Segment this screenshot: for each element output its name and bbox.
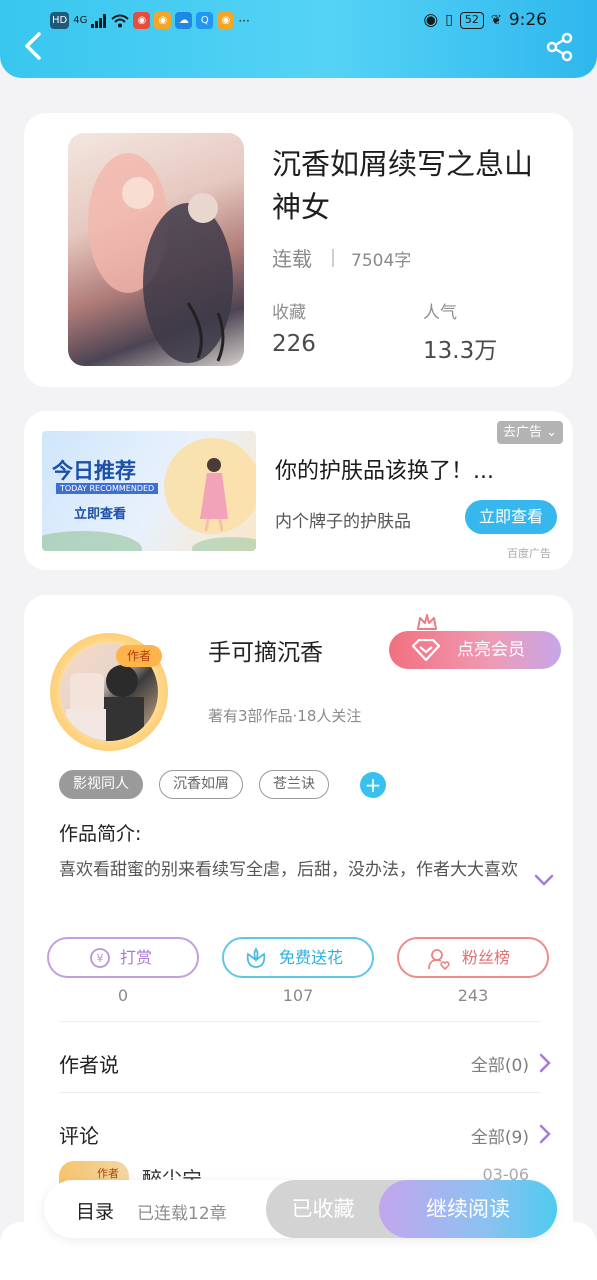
app-notification-icon: ◉ — [133, 12, 151, 29]
collected-label: 已收藏 — [291, 1197, 355, 1221]
diamond-icon — [411, 639, 441, 661]
toc-button[interactable]: 目录 — [76, 1197, 114, 1224]
fan-count: 243 — [457, 986, 489, 1005]
add-tag-button[interactable]: + — [360, 771, 386, 798]
author-says-all-link[interactable]: 全部(0) — [471, 1051, 529, 1076]
chevron-right-icon[interactable] — [539, 1124, 551, 1144]
author-meta: 著有3部作品·18人关注 — [208, 707, 362, 725]
header-bar: HD 4G ◉ ◉ ☁ Q ◉ ··· ◉ ▯ 52 ❦ 9:26 — [0, 0, 597, 78]
svg-text:¥: ¥ — [97, 952, 104, 965]
ad-source-label: 百度广告 — [507, 547, 551, 560]
fan-ranking-button[interactable]: 粉丝榜 — [397, 937, 549, 978]
intro-label: 作品简介: — [59, 823, 142, 845]
ad-illustration — [42, 438, 256, 551]
book-status: 连载 — [272, 247, 312, 271]
reward-label: 打赏 — [119, 948, 152, 967]
search-notification-icon: Q — [196, 12, 214, 29]
yuan-coin-icon: ¥ — [90, 948, 110, 968]
weibo-notification-icon-2: ◉ — [217, 12, 235, 29]
status-divider — [332, 249, 334, 267]
more-notifications-icon: ··· — [238, 13, 250, 28]
author-avatar[interactable]: 作者 — [50, 633, 168, 751]
comments-title: 评论 — [59, 1124, 99, 1148]
reward-count: 0 — [117, 986, 129, 1005]
status-right: ◉ ▯ 52 ❦ 9:26 — [423, 10, 547, 30]
popularity-label: 人气 — [423, 303, 457, 323]
signal-icon — [91, 13, 107, 28]
clock-time: 9:26 — [508, 10, 547, 30]
comments-all-link[interactable]: 全部(9) — [471, 1123, 529, 1148]
continue-reading-button[interactable]: 继续阅读 — [379, 1180, 557, 1238]
author-card: 作者 手可摘沉香 著有3部作品·18人关注 点亮会员 影视同人 沉香如屑 苍兰诀… — [24, 595, 573, 1280]
battery-indicator: 52 — [459, 11, 484, 29]
fan-user-icon — [428, 949, 450, 971]
crown-icon — [417, 614, 437, 630]
author-says-title: 作者说 — [59, 1053, 119, 1077]
remove-ad-label: 去广告 — [502, 425, 542, 440]
book-word-count: 7504字 — [351, 251, 412, 271]
chapter-count[interactable]: 已连载12章 — [137, 1199, 227, 1224]
fan-ranking-label: 粉丝榜 — [461, 948, 510, 967]
hd-indicator: HD — [50, 12, 70, 29]
ad-cta-button[interactable]: 立即查看 — [465, 500, 557, 534]
favorites-label: 收藏 — [272, 303, 306, 323]
network-label: 4G — [73, 15, 88, 26]
eye-icon: ◉ — [423, 10, 439, 30]
wifi-icon — [111, 14, 130, 27]
ad-title[interactable]: 你的护肤品该换了！... — [275, 453, 494, 485]
book-info-card: 沉香如屑续写之息山神女 连载 7504字 收藏 226 人气 13.3万 — [24, 113, 573, 387]
tag-item[interactable]: 影视同人 — [59, 770, 143, 799]
ad-banner-image[interactable]: 今日推荐 TODAY RECOMMENDED 立即查看 — [42, 431, 256, 551]
tag-item[interactable]: 沉香如屑 — [159, 770, 243, 799]
favorites-count: 226 — [272, 331, 316, 357]
tag-list: 影视同人 沉香如屑 苍兰诀 + — [59, 770, 386, 799]
flower-icon — [246, 947, 266, 968]
chevron-down-icon[interactable] — [533, 873, 555, 887]
leaf-icon: ❦ — [490, 12, 502, 28]
tag-item[interactable]: 苍兰诀 — [259, 770, 329, 799]
popularity-count: 13.3万 — [423, 338, 498, 364]
chevron-down-icon: ⌄ — [546, 425, 557, 440]
ad-card[interactable]: 去广告 ⌄ 今日推荐 TODAY RECOMMENDED 立即查看 你的护肤品该… — [24, 411, 573, 570]
chevron-left-icon[interactable] — [20, 30, 48, 62]
section-divider — [59, 1092, 541, 1093]
bottom-action-bar: 目录 已连载12章 已收藏 继续阅读 — [44, 1180, 557, 1238]
share-icon[interactable] — [545, 32, 575, 62]
flower-count: 107 — [282, 986, 314, 1005]
ad-description: 内个牌子的护肤品 — [275, 512, 411, 532]
cover-art — [88, 153, 233, 363]
remove-ad-button[interactable]: 去广告 ⌄ — [496, 421, 563, 444]
weibo-notification-icon: ◉ — [154, 12, 172, 29]
book-cover-image[interactable] — [68, 133, 244, 366]
author-name[interactable]: 手可摘沉香 — [208, 633, 323, 667]
reward-button[interactable]: ¥ 打赏 — [47, 937, 199, 978]
free-flower-label: 免费送花 — [278, 948, 343, 967]
chevron-right-icon[interactable] — [539, 1053, 551, 1073]
intro-text: 喜欢看甜蜜的别来看续写全虐，后甜，没办法，作者大大喜欢 — [59, 860, 518, 880]
author-badge: 作者 — [116, 645, 162, 667]
vip-activate-button[interactable]: 点亮会员 — [389, 631, 561, 669]
vip-label: 点亮会员 — [457, 640, 525, 660]
status-left: HD 4G ◉ ◉ ☁ Q ◉ ··· — [50, 12, 250, 29]
comment-author-badge: 作者 — [97, 1167, 119, 1180]
cloud-notification-icon: ☁ — [175, 12, 193, 29]
vibrate-icon: ▯ — [445, 12, 453, 28]
free-flower-button[interactable]: 免费送花 — [222, 937, 374, 978]
book-title: 沉香如屑续写之息山神女 — [272, 147, 534, 224]
section-divider — [59, 1021, 541, 1022]
status-bar: HD 4G ◉ ◉ ☁ Q ◉ ··· ◉ ▯ 52 ❦ 9:26 — [0, 8, 597, 36]
